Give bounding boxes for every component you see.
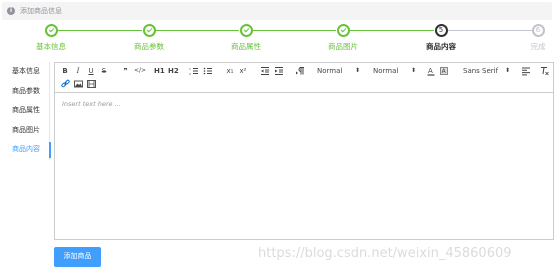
check-icon (336, 24, 350, 37)
svg-text:A: A (428, 67, 433, 75)
link-icon[interactable] (61, 79, 70, 89)
info-icon: i (7, 7, 15, 15)
tab-params[interactable]: 商品参数 (0, 82, 49, 102)
tab-attributes[interactable]: 商品属性 (0, 101, 49, 121)
select-arrow-icon: ⬍ (505, 67, 511, 74)
align-icon[interactable] (521, 66, 531, 76)
step-attributes: 商品属性 (201, 24, 291, 52)
step-label: 商品参数 (134, 42, 164, 51)
watermark: https://blog.csdn.net/weixin_45860609 (258, 246, 512, 261)
step-label: 商品图片 (328, 42, 358, 51)
step-line (252, 30, 336, 32)
step-images: 商品图片 (298, 24, 388, 52)
step-label: 基本信息 (36, 42, 66, 51)
image-icon[interactable] (74, 79, 83, 89)
editor-toolbar: B I U S ❞ </> H1 H2 12 x₁ x² Normal ⬍ No… (55, 63, 553, 93)
alert-title: 添加商品信息 (20, 7, 62, 15)
step-number: 6 (531, 24, 545, 37)
background-color-icon[interactable]: A (440, 66, 448, 76)
blockquote-button[interactable]: ❞ (121, 66, 130, 76)
svg-text:2: 2 (189, 72, 191, 76)
video-icon[interactable] (87, 79, 96, 89)
step-label: 商品内容 (426, 42, 456, 51)
bold-button[interactable]: B (61, 66, 69, 76)
size-select-value: Normal (373, 67, 399, 75)
clear-format-icon[interactable] (540, 66, 549, 76)
svg-text:1: 1 (189, 67, 191, 71)
step-done: 6 完成 (493, 24, 554, 52)
header1-button[interactable]: H1 (154, 66, 165, 76)
add-goods-button[interactable]: 添加商品 (54, 247, 101, 267)
ordered-list-icon[interactable]: 12 (189, 66, 199, 76)
header-select-value: Normal (317, 67, 343, 75)
tab-content[interactable]: 商品内容 (0, 140, 51, 160)
indent-icon[interactable] (274, 66, 284, 76)
tab-images[interactable]: 商品图片 (0, 121, 49, 141)
step-line (155, 30, 239, 32)
superscript-button[interactable]: x² (238, 66, 248, 76)
header2-button[interactable]: H2 (168, 66, 179, 76)
check-icon (142, 24, 156, 37)
font-color-icon[interactable]: A (427, 66, 435, 76)
check-icon (44, 24, 58, 37)
steps-bar: 基本信息 商品参数 商品属性 商品图片 5 商品内容 6 完成 (0, 24, 554, 54)
step-line (349, 30, 434, 32)
step-params: 商品参数 (104, 24, 194, 52)
font-select[interactable]: Sans Serif ⬍ (463, 66, 511, 76)
font-select-value: Sans Serif (463, 67, 499, 75)
step-label: 完成 (530, 42, 546, 51)
step-number: 5 (434, 24, 448, 37)
code-block-button[interactable]: </> (134, 66, 146, 76)
select-arrow-icon: ⬍ (355, 67, 361, 74)
strike-button[interactable]: S (100, 66, 108, 76)
editor-placeholder[interactable]: Insert text here ... (62, 100, 121, 108)
add-goods-page: { "alert": { "title": "添加商品信息", "icon": … (0, 0, 554, 273)
vertical-tabs: 基本信息 商品参数 商品属性 商品图片 商品内容 (0, 62, 51, 160)
subscript-button[interactable]: x₁ (225, 66, 235, 76)
step-label: 商品属性 (231, 42, 261, 51)
step-line (447, 30, 532, 32)
size-select[interactable]: Normal ⬍ (373, 66, 419, 76)
check-icon (239, 24, 253, 37)
header-select[interactable]: Normal ⬍ (317, 66, 363, 76)
info-alert: i 添加商品信息 (2, 2, 552, 20)
underline-button[interactable]: U (87, 66, 95, 76)
rich-text-editor: B I U S ❞ </> H1 H2 12 x₁ x² Normal ⬍ No… (54, 62, 554, 240)
select-arrow-icon: ⬍ (411, 67, 417, 74)
italic-button[interactable]: I (74, 66, 82, 76)
step-content: 5 商品内容 (396, 24, 486, 52)
text-direction-icon[interactable] (295, 66, 305, 76)
outdent-icon[interactable] (260, 66, 270, 76)
step-basic-info: 基本信息 (6, 24, 96, 52)
bullet-list-icon[interactable] (203, 66, 213, 76)
tab-basic-info[interactable]: 基本信息 (0, 62, 49, 82)
step-line (57, 30, 142, 32)
